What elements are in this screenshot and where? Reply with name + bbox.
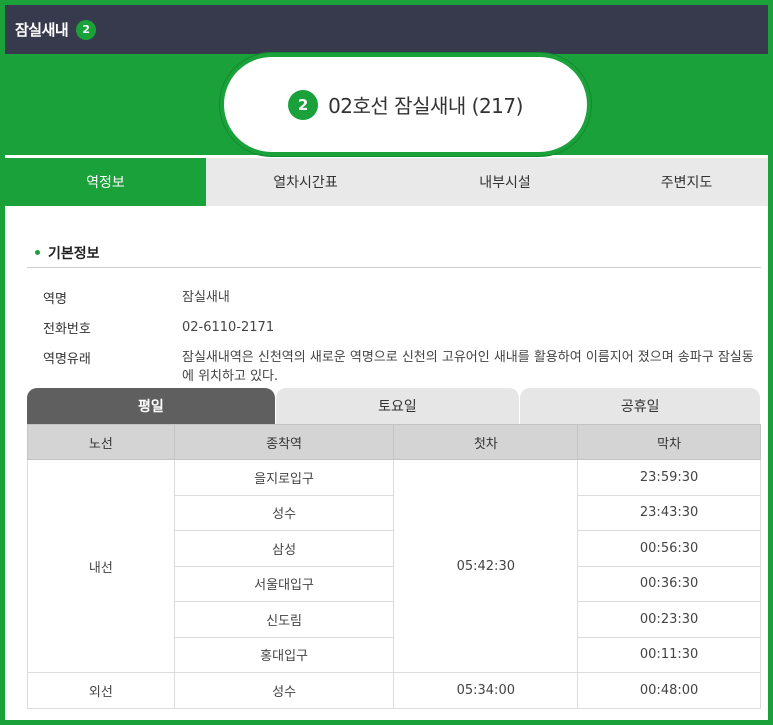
page-title: 잠실새내 xyxy=(15,21,69,39)
table-header-row: 노선 종착역 첫차 막차 xyxy=(27,424,761,460)
station-full-title: 02호선 잠실새내 (217) xyxy=(328,94,523,118)
first-train-cell: 05:34:00 xyxy=(393,672,579,709)
column-header: 노선 xyxy=(27,424,175,460)
last-train-cell: 23:43:30 xyxy=(577,494,761,531)
line-direction-cell: 내선 xyxy=(27,459,175,673)
line-2-badge-large: 2 xyxy=(288,89,319,120)
last-train-cell: 00:11:30 xyxy=(577,636,761,673)
terminal-cell: 성수 xyxy=(173,672,395,709)
table-row: 외선 성수 05:34:00 00:48:00 xyxy=(27,672,761,709)
timetable: 노선 종착역 첫차 막차 내선 을지로입구 05:42:30 23:59:30 … xyxy=(27,424,761,709)
last-train-cell: 00:23:30 xyxy=(577,601,761,638)
terminal-cell: 을지로입구 xyxy=(173,459,395,496)
line-2-badge: 2 xyxy=(76,19,97,40)
main-tab-bar: 역정보 열차시간표 내부시설 주변지도 xyxy=(5,158,768,206)
column-header: 첫차 xyxy=(393,424,579,460)
bullet-icon xyxy=(35,250,40,255)
terminal-cell: 삼성 xyxy=(173,530,395,567)
tab-saturday[interactable]: 토요일 xyxy=(275,388,520,424)
tab-facilities[interactable]: 내부시설 xyxy=(405,158,605,206)
info-label: 역명 xyxy=(43,292,67,307)
terminal-cell: 서울대입구 xyxy=(173,565,395,602)
tab-station-info[interactable]: 역정보 xyxy=(5,158,206,206)
terminal-cell: 성수 xyxy=(173,494,395,531)
tab-holiday[interactable]: 공휴일 xyxy=(520,388,760,424)
line-direction-cell: 외선 xyxy=(27,672,175,709)
section-title: 기본정보 xyxy=(48,245,100,262)
info-value: 잠실새내 xyxy=(182,290,230,305)
schedule-day-tabs: 평일 토요일 공휴일 xyxy=(27,388,761,424)
info-label: 전화번호 xyxy=(43,322,91,337)
first-train-cell: 05:42:30 xyxy=(393,459,579,673)
info-value: 02-6110-2171 xyxy=(182,320,275,335)
last-train-cell: 00:56:30 xyxy=(577,530,761,567)
station-info-panel: 잠실새내 2 2 02호선 잠실새내 (217) 역정보 열차시간표 내부시설 … xyxy=(0,0,773,725)
table-row: 내선 을지로입구 05:42:30 23:59:30 xyxy=(27,459,761,673)
tab-weekday[interactable]: 평일 xyxy=(27,388,275,424)
info-label: 역명유래 xyxy=(43,352,91,367)
column-header: 막차 xyxy=(577,424,761,460)
info-value: 잠실새내역은 신천역의 새로운 역명으로 신천의 고유어인 새내를 활용하여 이… xyxy=(182,350,754,384)
terminal-cell: 신도림 xyxy=(173,601,395,638)
station-name-pill: 2 02호선 잠실새내 (217) xyxy=(220,53,591,156)
tab-timetable[interactable]: 열차시간표 xyxy=(206,158,405,206)
tab-nearby-map[interactable]: 주변지도 xyxy=(605,158,768,206)
terminal-cell: 홍대입구 xyxy=(173,636,395,673)
last-train-cell: 00:36:30 xyxy=(577,565,761,602)
last-train-cell: 23:59:30 xyxy=(577,459,761,496)
basic-info-heading: 기본정보 xyxy=(27,238,761,268)
last-train-cell: 00:48:00 xyxy=(577,672,761,709)
column-header: 종착역 xyxy=(173,424,395,460)
top-bar: 잠실새내 2 xyxy=(5,5,768,54)
